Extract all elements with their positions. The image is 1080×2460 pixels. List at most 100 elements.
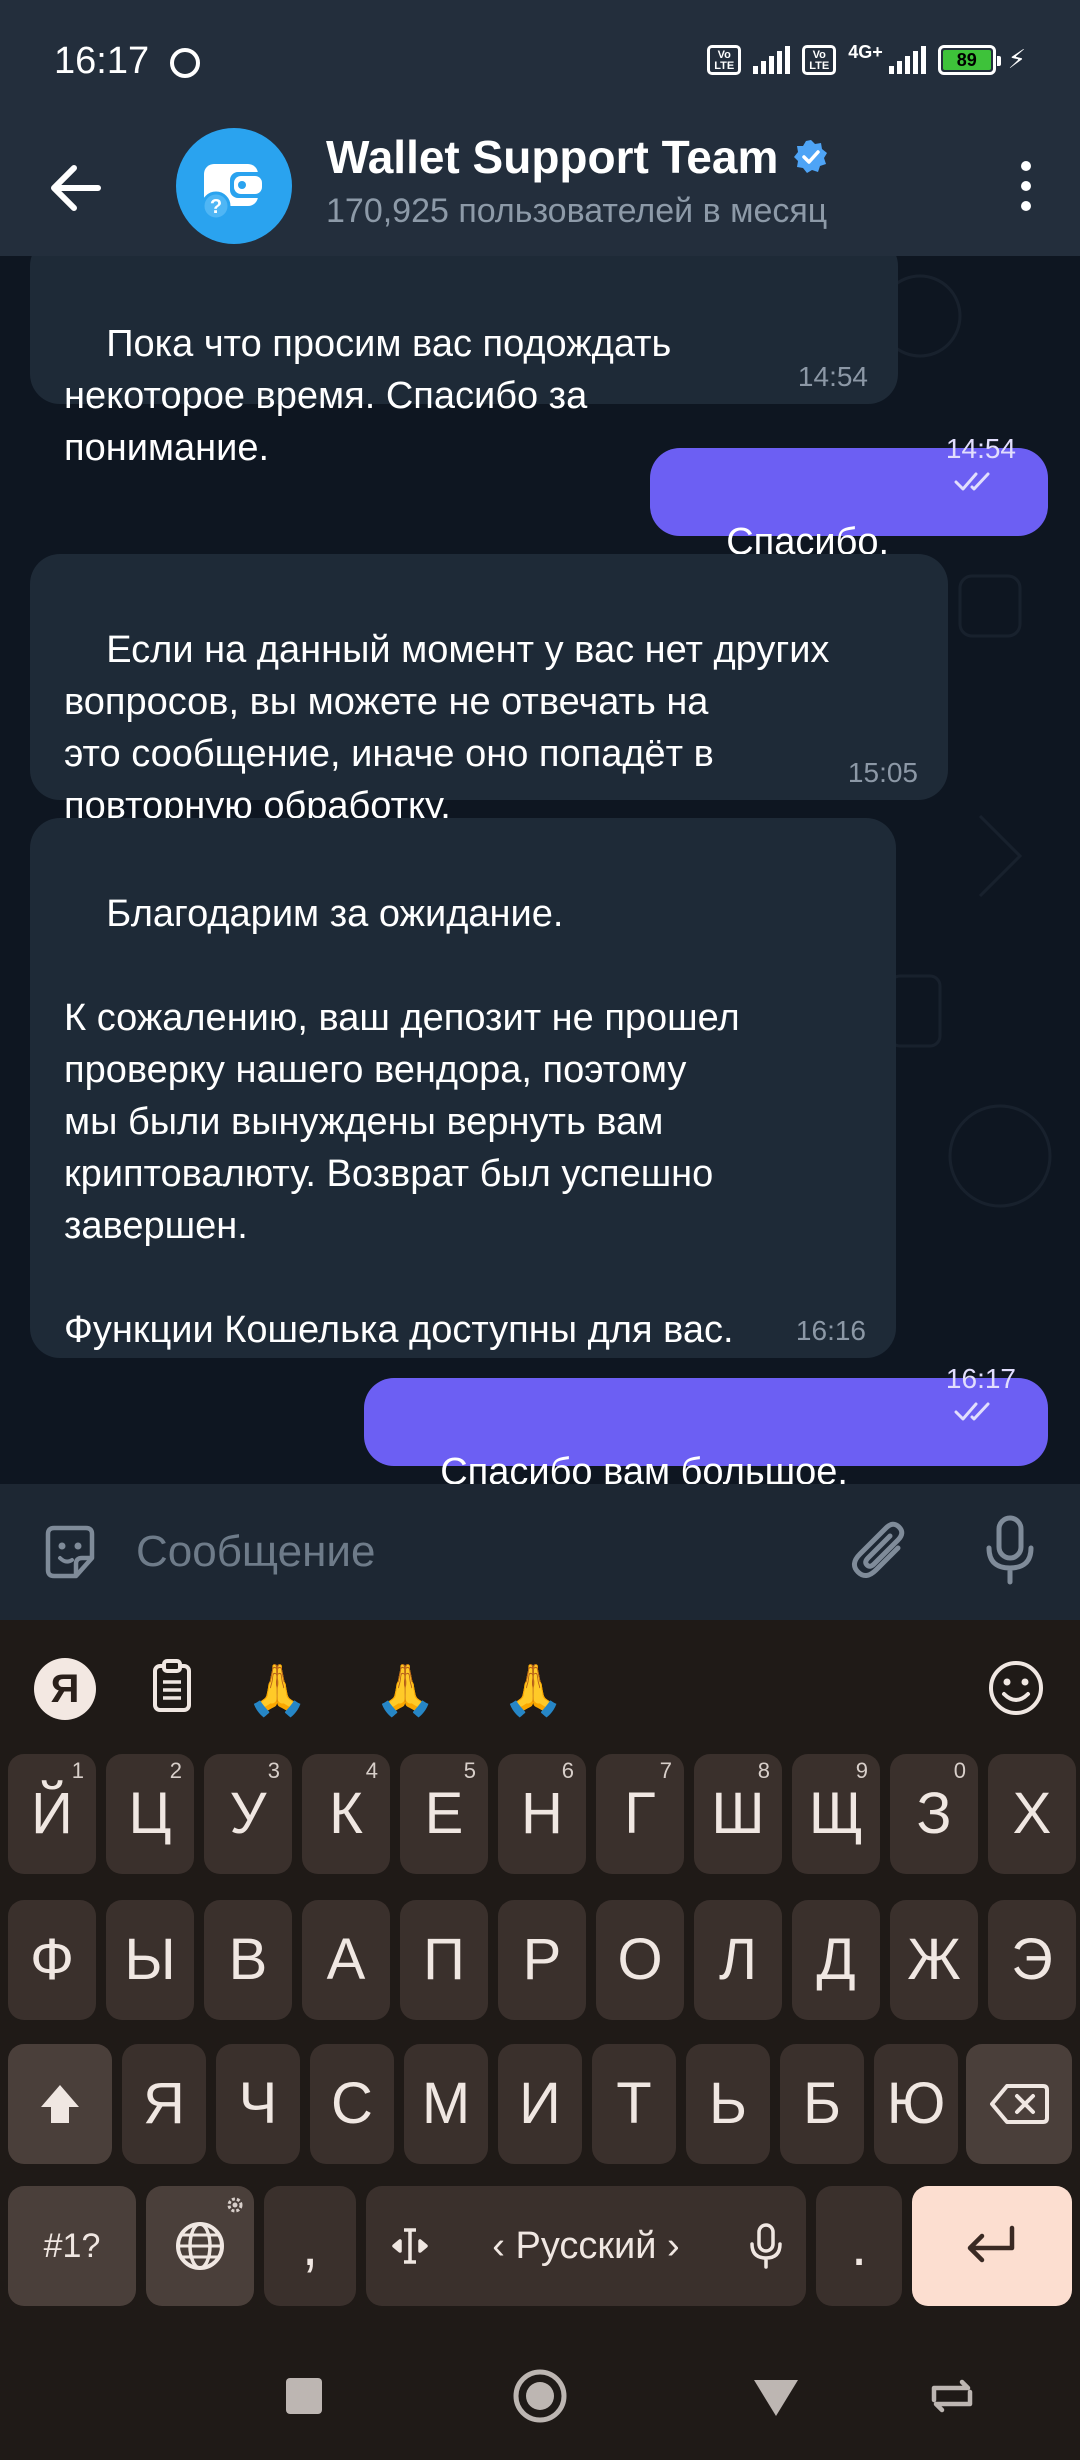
enter-key[interactable] — [912, 2186, 1072, 2306]
attach-button[interactable] — [850, 1518, 916, 1588]
key-letter[interactable]: Ф — [8, 1900, 96, 2020]
key-letter[interactable]: Ю — [874, 2044, 958, 2164]
message-text: Спасибо вам большое. — [440, 1451, 848, 1484]
back-nav-button[interactable] — [748, 2368, 804, 2424]
shift-key[interactable] — [8, 2044, 112, 2164]
key-letter[interactable]: Т — [592, 2044, 676, 2164]
message-bubble-outgoing[interactable]: Спасибо. 14:54 — [650, 434, 1048, 563]
shift-icon — [41, 2085, 79, 2123]
voice-input-icon — [750, 2223, 782, 2269]
status-indicators: Vo LTE Vo LTE 4G+ 89 ⚡ — [707, 42, 1026, 75]
status-time: 16:17 — [54, 40, 150, 82]
key-hint-number: 9 — [855, 1758, 868, 1783]
key-label: У — [229, 1781, 267, 1846]
suggestion-emoji-1[interactable]: 🙏 — [246, 1660, 308, 1720]
backspace-key[interactable] — [966, 2044, 1072, 2164]
suggestion-emoji-2[interactable]: 🙏 — [374, 1660, 436, 1720]
recents-button[interactable] — [276, 2368, 332, 2424]
key-label: Г — [624, 1781, 656, 1846]
key-hint-number: 3 — [267, 1758, 280, 1783]
key-letter[interactable]: Ж — [890, 1900, 978, 2020]
key-label: Щ — [808, 1781, 864, 1846]
message-time: 15:05 — [847, 757, 918, 788]
sticker-smile-icon — [45, 1525, 95, 1579]
space-key[interactable]: ‹ Русский › — [366, 2186, 806, 2306]
key-letter[interactable]: У3 — [204, 1754, 292, 1874]
key-hint-number: 5 — [463, 1758, 476, 1783]
key-letter[interactable]: К4 — [302, 1754, 390, 1874]
clipboard-icon — [153, 1659, 191, 1712]
channel-avatar[interactable]: ? — [176, 128, 292, 244]
status-notification-icon — [170, 48, 200, 78]
key-letter[interactable]: В — [204, 1900, 292, 2020]
signal-icon — [753, 45, 791, 74]
message-time: 16:16 — [795, 1315, 866, 1346]
wallet-icon: ? — [201, 164, 266, 221]
globe-icon — [176, 2222, 224, 2270]
key-letter[interactable]: С — [310, 2044, 394, 2164]
key-letter[interactable]: Г7 — [596, 1754, 684, 1874]
key-letter[interactable]: А — [302, 1900, 390, 2020]
key-letter[interactable]: Е5 — [400, 1754, 488, 1874]
rotate-screen-icon — [931, 2379, 973, 2413]
message-bubble-incoming[interactable]: Если на данный момент у вас нет других в… — [30, 554, 948, 827]
message-input[interactable] — [136, 1514, 816, 1590]
key-letter[interactable]: Я — [122, 2044, 206, 2164]
emoji-button[interactable] — [38, 1520, 102, 1584]
key-letter[interactable]: Д — [792, 1900, 880, 2020]
volte-icon-2: Vo LTE — [802, 44, 837, 75]
volte-icon: Vo LTE — [707, 44, 742, 75]
message-text: Благодарим за ожидание. К сожалению, ваш… — [64, 893, 740, 1351]
voice-record-button[interactable] — [980, 1512, 1040, 1592]
microphone-icon — [986, 1515, 1034, 1585]
rotate-button[interactable] — [924, 2368, 980, 2424]
key-letter[interactable]: Э — [988, 1900, 1076, 2020]
clipboard-button[interactable] — [150, 1658, 194, 1714]
verified-badge-icon — [794, 140, 828, 173]
key-letter[interactable]: И — [498, 2044, 582, 2164]
message-list[interactable]: Пока что просим вас подождать некоторое … — [0, 256, 1080, 1484]
more-vertical-icon — [1021, 161, 1031, 211]
key-letter[interactable]: Ь — [686, 2044, 770, 2164]
key-letter[interactable]: Щ9 — [792, 1754, 880, 1874]
more-menu-button[interactable] — [996, 150, 1056, 222]
message-bubble-outgoing[interactable]: Спасибо вам большое. 16:17 — [364, 1364, 1048, 1484]
comma-key[interactable]: , — [264, 2186, 356, 2306]
back-button[interactable] — [42, 152, 114, 224]
key-letter[interactable]: Б — [780, 2044, 864, 2164]
key-label: Н — [521, 1781, 563, 1846]
settings-gear-icon — [227, 2197, 243, 2213]
key-letter[interactable]: Ы — [106, 1900, 194, 2020]
key-letter[interactable]: Й1 — [8, 1754, 96, 1874]
charging-icon: ⚡ — [1007, 44, 1026, 74]
paperclip-icon — [852, 1521, 905, 1578]
key-letter[interactable]: Х — [988, 1754, 1076, 1874]
key-letter[interactable]: Р — [498, 1900, 586, 2020]
key-letter[interactable]: Ц2 — [106, 1754, 194, 1874]
language-key[interactable] — [146, 2186, 254, 2306]
backspace-icon — [990, 2084, 1049, 2124]
chat-title[interactable]: Wallet Support Team — [326, 130, 830, 184]
svg-text:?: ? — [210, 196, 222, 218]
message-bubble-incoming[interactable]: Пока что просим вас подождать некоторое … — [30, 256, 898, 469]
home-button[interactable] — [512, 2368, 568, 2424]
key-letter[interactable]: Л — [694, 1900, 782, 2020]
key-letter[interactable]: Ч — [216, 2044, 300, 2164]
yandex-logo-button[interactable]: Я — [34, 1658, 96, 1720]
keyboard-toolbar: Я 🙏 🙏 🙏 — [0, 1620, 1080, 1754]
key-label: З — [916, 1781, 952, 1846]
key-letter[interactable]: П — [400, 1900, 488, 2020]
message-bubble-incoming[interactable]: Благодарим за ожидание. К сожалению, ваш… — [30, 818, 896, 1358]
chat-subtitle: 170,925 пользователей в месяц — [326, 192, 828, 230]
key-letter[interactable]: О — [596, 1900, 684, 2020]
suggestion-emoji-3[interactable]: 🙏 — [502, 1660, 564, 1720]
read-ticks-icon — [954, 472, 990, 491]
emoji-panel-button[interactable] — [986, 1658, 1046, 1718]
triangle-back-icon — [754, 2380, 798, 2416]
key-letter[interactable]: М — [404, 2044, 488, 2164]
key-letter[interactable]: Н6 — [498, 1754, 586, 1874]
symbols-key[interactable]: #1? — [8, 2186, 136, 2306]
key-letter[interactable]: З0 — [890, 1754, 978, 1874]
period-key[interactable]: . — [816, 2186, 902, 2306]
key-letter[interactable]: Ш8 — [694, 1754, 782, 1874]
